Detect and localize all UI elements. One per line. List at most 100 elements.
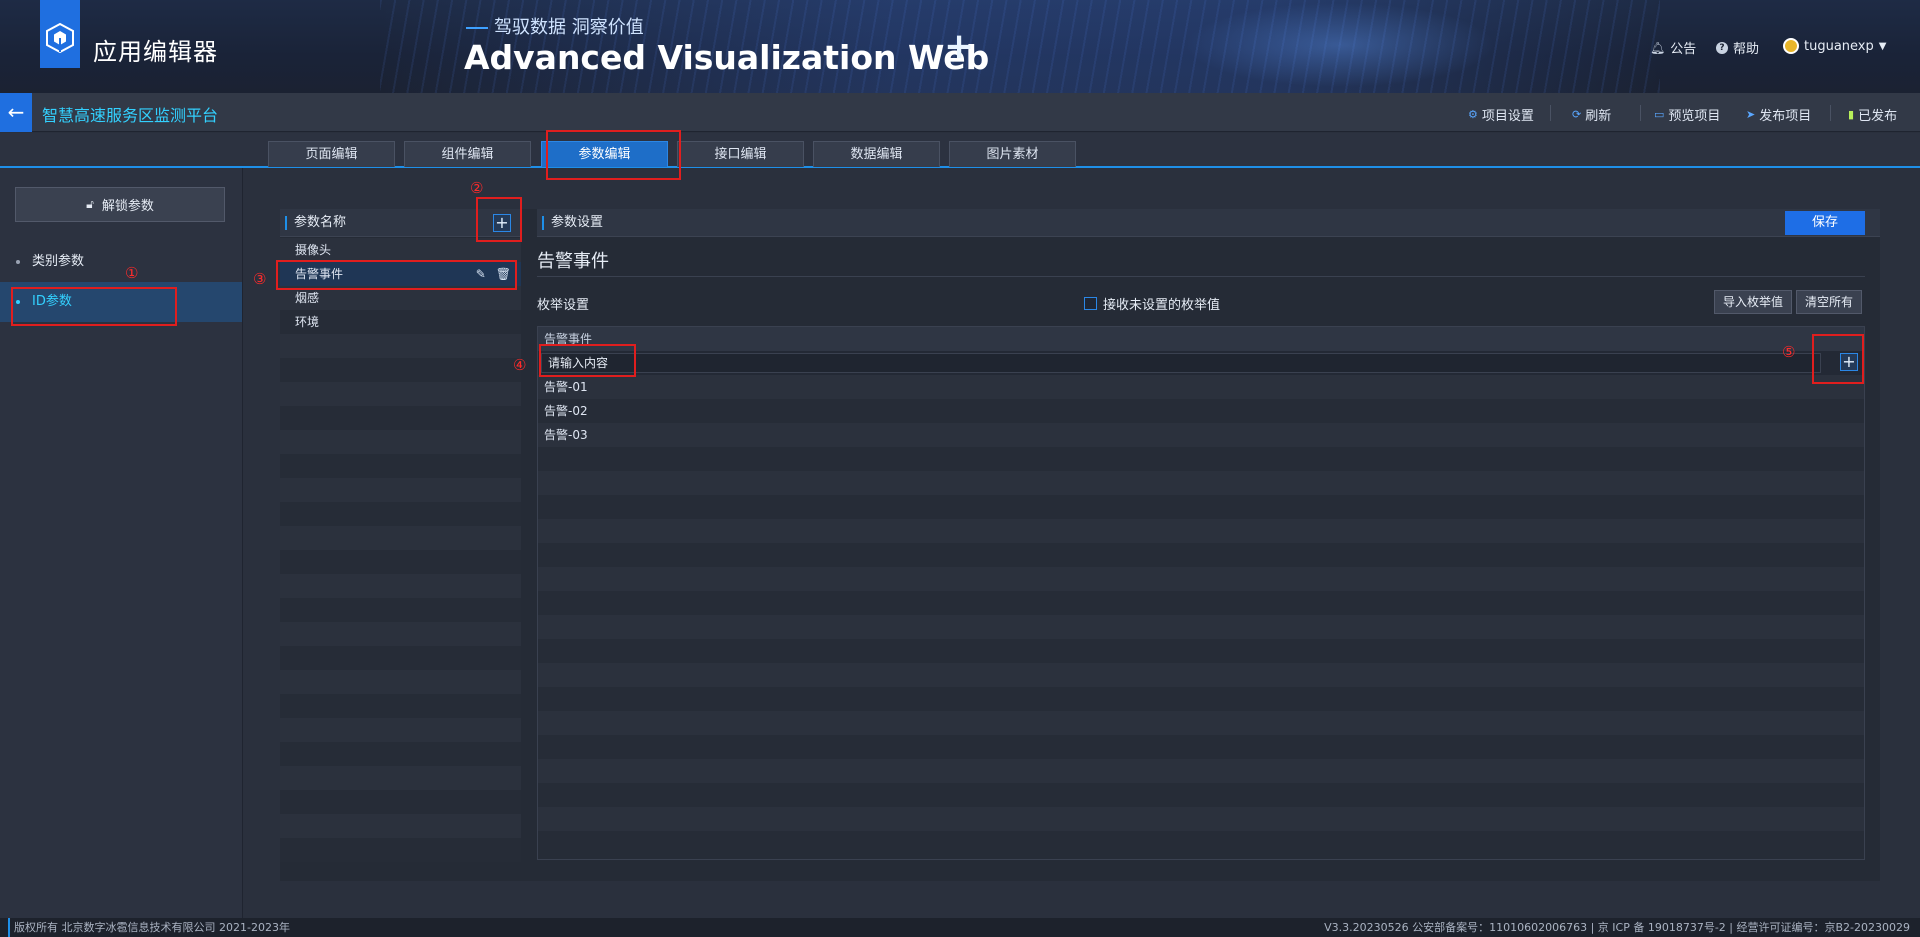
publish-project-label: 发布项目 xyxy=(1759,109,1812,124)
empty-row xyxy=(538,447,1864,471)
slogan-dash xyxy=(466,27,488,29)
gear-icon: ⚙ xyxy=(1468,108,1478,121)
tab-page-edit[interactable]: 页面编辑 xyxy=(268,141,395,167)
bookmark-icon: ▮ xyxy=(1848,108,1855,121)
arrow-left-icon: ← xyxy=(7,100,25,124)
tab-component-edit[interactable]: 组件编辑 xyxy=(404,141,531,167)
header-slogan: 驾驭数据 洞察价值 xyxy=(466,13,644,39)
empty-row xyxy=(280,598,521,622)
annotation-number-2: ② xyxy=(470,179,484,197)
param-list-header-label: 参数名称 xyxy=(294,215,347,230)
star-sparkle-icon: + xyxy=(944,26,975,67)
param-name: 烟感 xyxy=(295,291,320,305)
logo-icon xyxy=(46,22,74,54)
app-title: 应用编辑器 xyxy=(93,38,218,66)
empty-row xyxy=(538,663,1864,687)
enum-table: 告警事件 + 告警-01 告警-02 告警-03 xyxy=(537,326,1865,860)
annotation-box-3 xyxy=(276,260,517,290)
empty-row xyxy=(538,615,1864,639)
empty-row xyxy=(280,694,521,718)
refresh-icon: ⟳ xyxy=(1572,108,1582,121)
avatar xyxy=(1783,38,1799,54)
empty-row xyxy=(280,574,521,598)
tab-data-edit[interactable]: 数据编辑 xyxy=(813,141,940,167)
tab-interface-edit[interactable]: 接口编辑 xyxy=(677,141,804,167)
empty-row xyxy=(280,430,521,454)
empty-row xyxy=(280,742,521,766)
enum-row[interactable]: 告警-01 xyxy=(538,375,1864,399)
param-settings-header: 参数设置 保存 xyxy=(537,209,1880,237)
empty-row xyxy=(538,783,1864,807)
param-settings-header-label: 参数设置 xyxy=(551,215,604,230)
divider xyxy=(1640,105,1641,121)
enum-input-row: + xyxy=(538,351,1864,375)
back-button[interactable]: ← xyxy=(0,93,32,132)
help-label: 帮助 xyxy=(1733,42,1760,57)
enum-row[interactable]: 告警-02 xyxy=(538,399,1864,423)
refresh-button[interactable]: ⟳ 刷新 xyxy=(1572,105,1611,124)
published-status[interactable]: ▮ 已发布 xyxy=(1848,105,1897,124)
empty-row xyxy=(280,358,521,382)
enum-row[interactable]: 告警-03 xyxy=(538,423,1864,447)
nav-item-category-params[interactable]: 类别参数 xyxy=(0,242,242,282)
announcement-link[interactable]: 🔔︎ 公告 xyxy=(1650,38,1697,58)
annotation-number-1: ① xyxy=(125,264,139,282)
empty-row xyxy=(538,471,1864,495)
annotation-box-2 xyxy=(476,197,522,242)
empty-row xyxy=(280,502,521,526)
param-title: 告警事件 xyxy=(537,251,609,272)
user-menu[interactable]: tuguanexp ▼ xyxy=(1783,38,1886,54)
help-link[interactable]: ? 帮助 xyxy=(1716,38,1759,57)
param-name: 摄像头 xyxy=(295,243,332,257)
empty-row xyxy=(280,718,521,742)
username: tuguanexp xyxy=(1804,38,1874,54)
announcement-label: 公告 xyxy=(1670,42,1697,57)
empty-row xyxy=(280,646,521,670)
copyright: 版权所有 北京数字冰雹信息技术有限公司 2021-2023年 xyxy=(8,918,290,937)
empty-row xyxy=(538,687,1864,711)
accept-unset-enum-checkbox[interactable]: 接收未设置的枚举值 xyxy=(1084,294,1220,313)
project-name: 智慧高速服务区监测平台 xyxy=(42,106,219,125)
param-name: 环境 xyxy=(295,315,320,329)
empty-row xyxy=(538,519,1864,543)
empty-row xyxy=(280,478,521,502)
empty-row xyxy=(538,567,1864,591)
preview-project-button[interactable]: ▭ 预览项目 xyxy=(1654,105,1720,124)
empty-row xyxy=(538,495,1864,519)
empty-row xyxy=(280,814,521,838)
empty-row xyxy=(538,831,1864,855)
import-enum-button[interactable]: 导入枚举值 xyxy=(1714,290,1793,314)
slogan-text: 驾驭数据 洞察价值 xyxy=(494,17,644,38)
preview-project-label: 预览项目 xyxy=(1668,109,1721,124)
tab-image-assets[interactable]: 图片素材 xyxy=(949,141,1076,167)
unlock-params-button[interactable]: 🔓︎ 解锁参数 xyxy=(15,187,225,222)
list-item[interactable]: 环境 xyxy=(280,310,521,334)
empty-row xyxy=(280,526,521,550)
empty-row xyxy=(280,670,521,694)
checkbox-box[interactable] xyxy=(1084,297,1097,310)
published-label: 已发布 xyxy=(1858,109,1898,124)
empty-row xyxy=(280,454,521,478)
divider xyxy=(537,276,1865,277)
footer: 版权所有 北京数字冰雹信息技术有限公司 2021-2023年 V3.3.2023… xyxy=(0,918,1920,937)
empty-row xyxy=(538,639,1864,663)
empty-row xyxy=(280,406,521,430)
publish-project-button[interactable]: ➤ 发布项目 xyxy=(1746,105,1811,124)
enum-settings-label: 枚举设置 xyxy=(537,298,590,313)
enum-value-input[interactable] xyxy=(541,353,1821,373)
annotation-number-4: ④ xyxy=(513,356,527,374)
empty-row xyxy=(538,735,1864,759)
banner-title: Advanced Visualization Web xyxy=(464,38,990,77)
empty-row xyxy=(538,591,1864,615)
annotation-box-tab xyxy=(546,130,681,180)
empty-row xyxy=(280,766,521,790)
save-button[interactable]: 保存 xyxy=(1785,211,1865,235)
send-icon: ➤ xyxy=(1746,108,1756,121)
clear-all-button[interactable]: 清空所有 xyxy=(1796,290,1863,314)
empty-row xyxy=(280,622,521,646)
project-settings-button[interactable]: ⚙ 项目设置 xyxy=(1468,105,1534,124)
param-list: 摄像头 告警事件 ✎ 🗑︎ 烟感 环境 xyxy=(280,238,521,862)
bullet-icon xyxy=(16,260,20,264)
unlock-params-label: 解锁参数 xyxy=(101,199,154,214)
lock-icon: 🔓︎ xyxy=(86,197,94,211)
